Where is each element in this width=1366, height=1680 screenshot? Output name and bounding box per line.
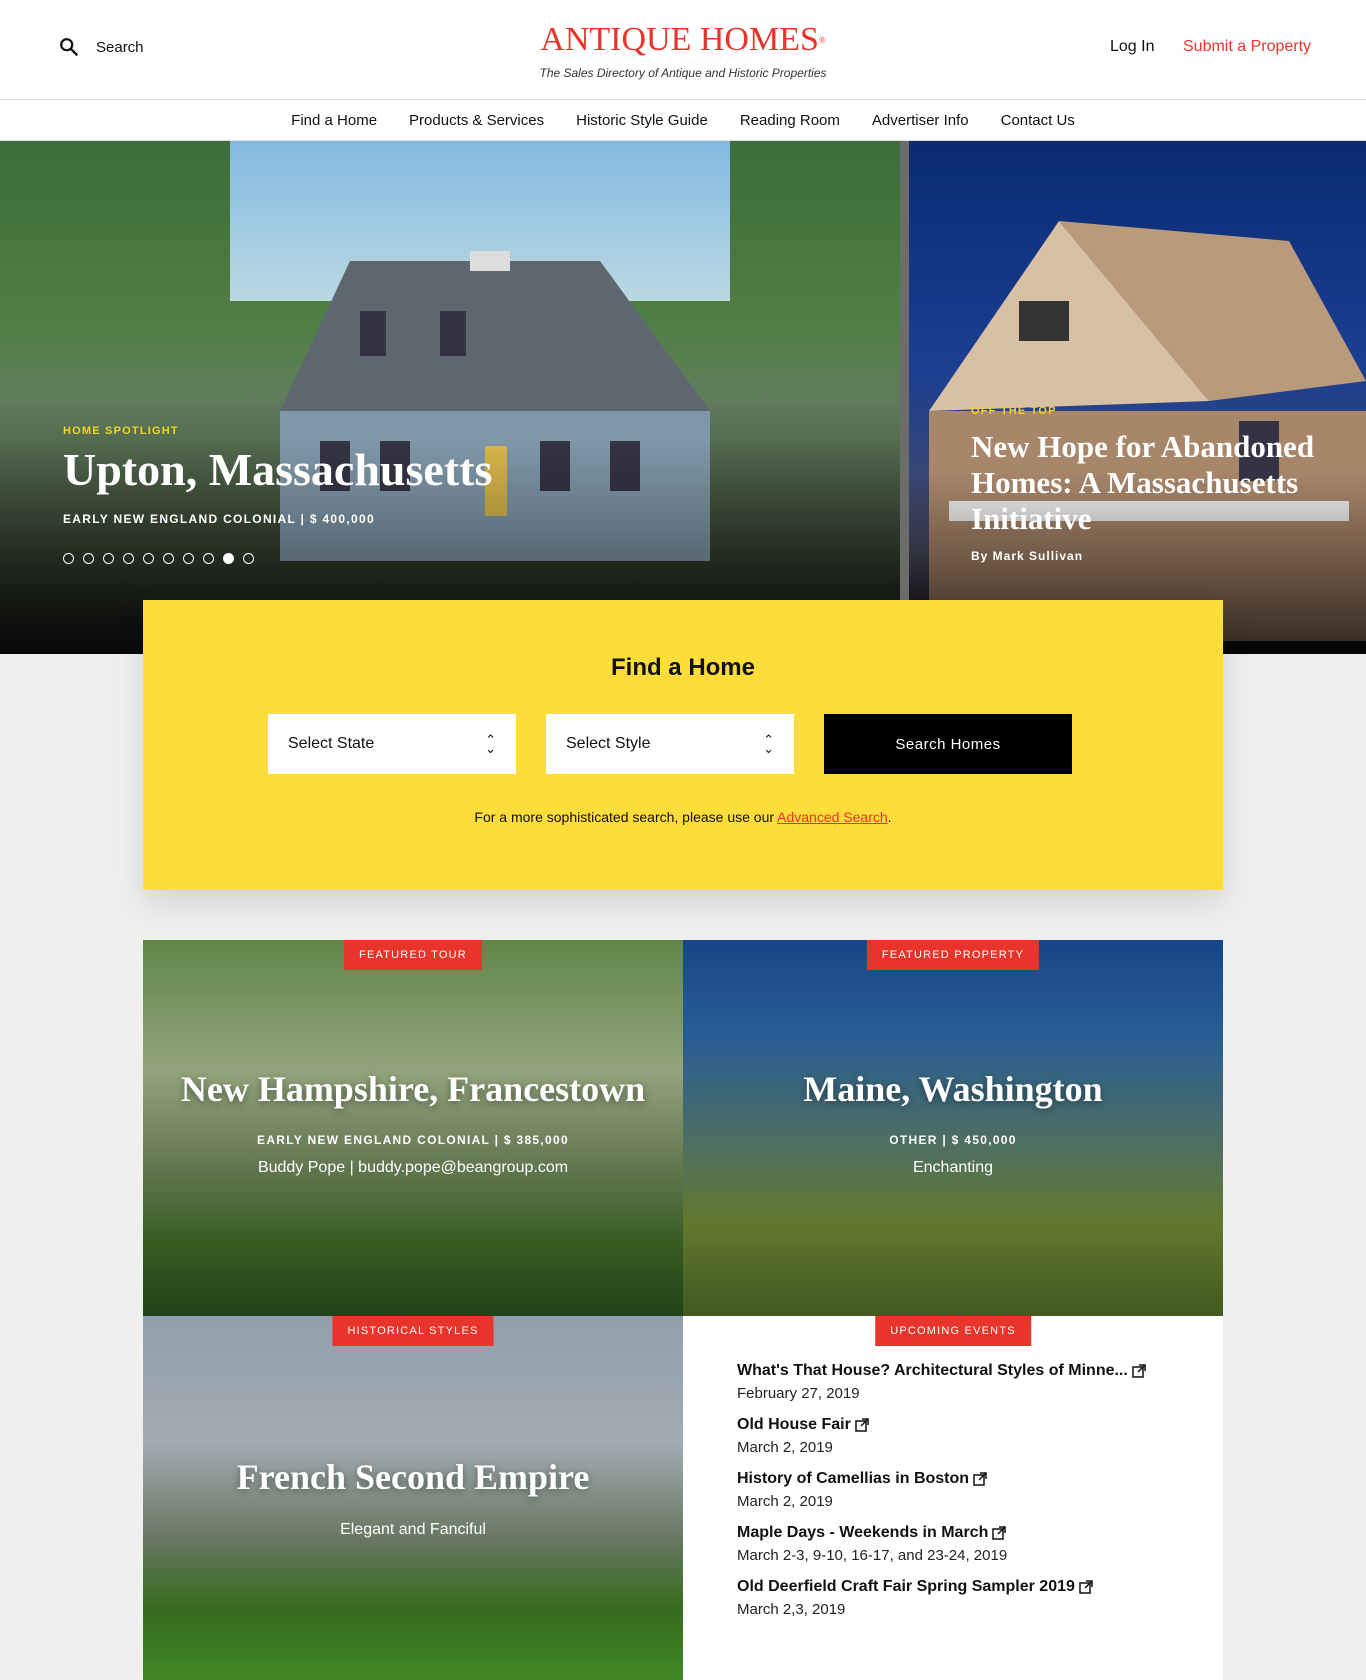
external-link-icon xyxy=(855,1418,869,1432)
hero-divider xyxy=(900,141,909,654)
login-link[interactable]: Log In xyxy=(1110,38,1154,56)
style-select[interactable]: Select Style ⌃ ⌄ xyxy=(546,714,794,774)
carousel-dots xyxy=(63,553,263,564)
featured-property-meta: OTHER | $ 450,000 xyxy=(889,1133,1017,1147)
nav-reading-room[interactable]: Reading Room xyxy=(740,112,840,129)
advanced-search-link[interactable]: Advanced Search xyxy=(777,809,888,825)
nav-advertiser-info[interactable]: Advertiser Info xyxy=(872,112,969,129)
event-title-link[interactable]: Maple Days - Weekends in March xyxy=(737,1524,1197,1542)
card-overlay xyxy=(683,940,1223,1316)
featured-property-card[interactable]: FEATURED PROPERTY Maine, Washington OTHE… xyxy=(683,940,1223,1316)
carousel-dot-8[interactable] xyxy=(203,553,214,564)
featured-tour-meta: EARLY NEW ENGLAND COLONIAL | $ 385,000 xyxy=(257,1133,569,1147)
logo-text: ANTIQUE HOMES xyxy=(540,21,819,58)
carousel-dot-1[interactable] xyxy=(63,553,74,564)
updown-chevron-icon: ⌃ ⌄ xyxy=(763,732,774,756)
nav-find-a-home[interactable]: Find a Home xyxy=(291,112,377,129)
event-title: Maple Days - Weekends in March xyxy=(737,1524,989,1541)
historical-styles-sub: Elegant and Fanciful xyxy=(340,1521,486,1538)
site-header: Search ANTIQUE HOMES® The Sales Director… xyxy=(0,0,1366,100)
card-overlay xyxy=(143,1316,683,1680)
hero-title[interactable]: Upton, Massachusetts xyxy=(63,443,492,496)
logo-registered-mark: ® xyxy=(818,35,826,45)
event-date: March 2,3, 2019 xyxy=(737,1601,846,1618)
hero-kicker: HOME SPOTLIGHT xyxy=(63,425,179,437)
advanced-search-note: For a more sophisticated search, please … xyxy=(143,809,1223,825)
style-select-value: Select Style xyxy=(566,735,651,752)
event-title: Old House Fair xyxy=(737,1416,851,1433)
featured-tour-contact: Buddy Pope | buddy.pope@beangroup.com xyxy=(257,1159,569,1176)
nav-historic-style-guide[interactable]: Historic Style Guide xyxy=(576,112,708,129)
carousel-dot-3[interactable] xyxy=(103,553,114,564)
event-item: Maple Days - Weekends in March March 2-3… xyxy=(737,1524,1197,1564)
state-select-value: Select State xyxy=(288,735,375,752)
side-byline: By Mark Sullivan xyxy=(971,549,1084,563)
logo[interactable]: ANTIQUE HOMES® The Sales Directory of An… xyxy=(0,20,1366,80)
event-item: Old House Fair March 2, 2019 xyxy=(737,1416,1197,1456)
historical-styles-badge: HISTORICAL STYLES xyxy=(332,1316,494,1346)
featured-property-title: Maine, Washington xyxy=(803,1069,1103,1109)
event-item: History of Camellias in Boston March 2, … xyxy=(737,1470,1197,1510)
event-title: History of Camellias in Boston xyxy=(737,1470,970,1487)
find-a-home-panel: Find a Home Select State ⌃ ⌄ Select Style… xyxy=(143,600,1223,890)
carousel-dot-2[interactable] xyxy=(83,553,94,564)
event-title-link[interactable]: Old House Fair xyxy=(737,1416,1197,1434)
event-item: What's That House? Architectural Styles … xyxy=(737,1362,1197,1402)
updown-chevron-icon: ⌃ ⌄ xyxy=(485,732,496,756)
event-title-link[interactable]: What's That House? Architectural Styles … xyxy=(737,1362,1197,1380)
submit-property-link[interactable]: Submit a Property xyxy=(1183,38,1311,56)
state-select[interactable]: Select State ⌃ ⌄ xyxy=(268,714,516,774)
event-date: March 2-3, 9-10, 16-17, and 23-24, 2019 xyxy=(737,1547,1008,1564)
featured-tour-title: New Hampshire, Francestown xyxy=(180,1069,646,1109)
hero-meta: EARLY NEW ENGLAND COLONIAL | $ 400,000 xyxy=(63,512,375,526)
search-homes-button[interactable]: Search Homes xyxy=(824,714,1072,774)
carousel-dot-10[interactable] xyxy=(243,553,254,564)
events-list: What's That House? Architectural Styles … xyxy=(737,1362,1197,1632)
note-end: . xyxy=(887,809,892,825)
side-title[interactable]: New Hope for Abandoned Homes: A Massachu… xyxy=(971,429,1351,537)
featured-tour-badge: FEATURED TOUR xyxy=(344,940,482,970)
nav-products-services[interactable]: Products & Services xyxy=(409,112,544,129)
upcoming-events-card: UPCOMING EVENTS What's That House? Archi… xyxy=(683,1316,1223,1680)
event-date: March 2, 2019 xyxy=(737,1439,833,1456)
off-the-top-article[interactable]: OFF THE TOP New Hope for Abandoned Homes… xyxy=(909,141,1366,654)
carousel-dot-9[interactable] xyxy=(223,553,234,564)
featured-property-badge: FEATURED PROPERTY xyxy=(866,940,1040,970)
historical-styles-title: French Second Empire xyxy=(236,1457,590,1497)
logo-tagline: The Sales Directory of Antique and Histo… xyxy=(539,66,827,80)
external-link-icon xyxy=(1132,1364,1146,1378)
side-kicker: OFF THE TOP xyxy=(971,405,1057,417)
featured-tour-card[interactable]: FEATURED TOUR New Hampshire, Francestown… xyxy=(143,940,683,1316)
carousel-dot-6[interactable] xyxy=(163,553,174,564)
external-link-icon xyxy=(992,1526,1007,1540)
event-title: Old Deerfield Craft Fair Spring Sampler … xyxy=(737,1578,1075,1595)
nav-contact-us[interactable]: Contact Us xyxy=(1001,112,1075,129)
external-link-icon xyxy=(973,1472,987,1486)
featured-property-sub: Enchanting xyxy=(912,1159,994,1176)
historical-styles-card[interactable]: HISTORICAL STYLES French Second Empire E… xyxy=(143,1316,683,1680)
main-nav: Find a Home Products & Services Historic… xyxy=(0,100,1366,141)
event-title-link[interactable]: Old Deerfield Craft Fair Spring Sampler … xyxy=(737,1578,1197,1596)
event-date: March 2, 2019 xyxy=(737,1493,833,1510)
card-overlay xyxy=(143,940,683,1316)
event-title-link[interactable]: History of Camellias in Boston xyxy=(737,1470,1197,1488)
external-link-icon xyxy=(1079,1580,1093,1594)
carousel-dot-5[interactable] xyxy=(143,553,154,564)
home-spotlight-slide[interactable]: HOME SPOTLIGHT Upton, Massachusetts EARL… xyxy=(0,141,900,654)
event-title: What's That House? Architectural Styles … xyxy=(737,1362,1128,1379)
upcoming-events-badge: UPCOMING EVENTS xyxy=(875,1316,1031,1346)
find-title: Find a Home xyxy=(610,654,755,681)
carousel-dot-4[interactable] xyxy=(123,553,134,564)
note-text: For a more sophisticated search, please … xyxy=(474,809,778,825)
event-item: Old Deerfield Craft Fair Spring Sampler … xyxy=(737,1578,1197,1618)
event-date: February 27, 2019 xyxy=(737,1385,860,1402)
carousel-dot-7[interactable] xyxy=(183,553,194,564)
